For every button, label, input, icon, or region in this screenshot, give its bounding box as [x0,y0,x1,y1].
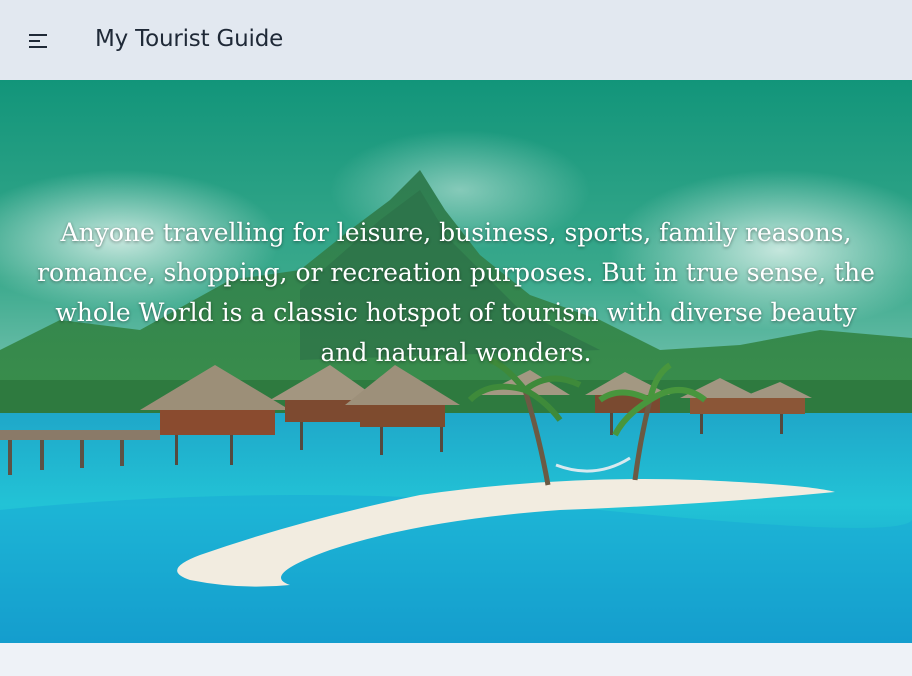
app-title: My Tourist Guide [95,26,284,52]
hero-tagline: Anyone travelling for leisure, business,… [37,218,875,367]
hero-banner: Anyone travelling for leisure, business,… [0,80,912,643]
menu-icon [29,34,47,48]
top-app-bar: My Tourist Guide [0,0,912,80]
menu-button[interactable] [22,25,54,57]
page-footer-area [0,643,912,676]
